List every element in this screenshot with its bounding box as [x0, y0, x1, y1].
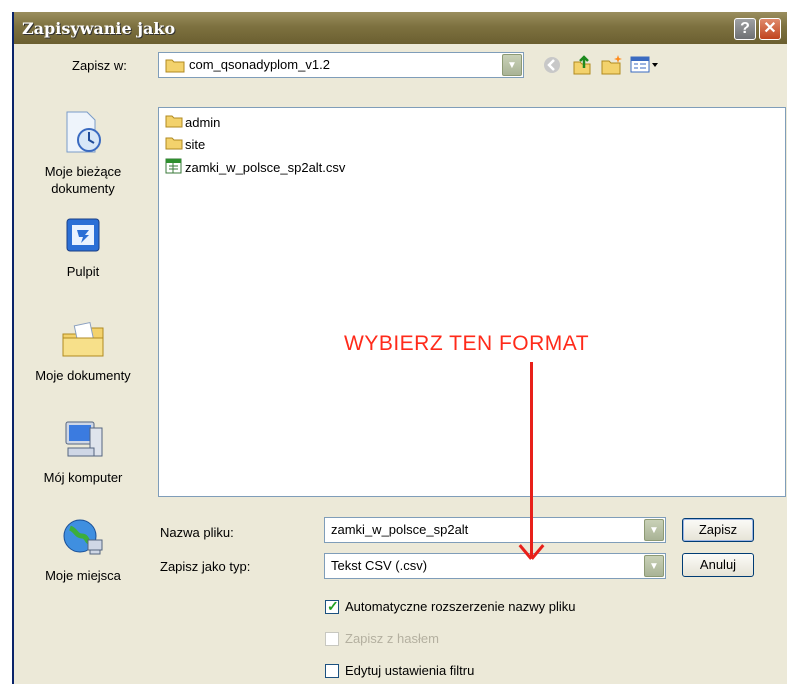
help-button[interactable]: ?	[734, 18, 756, 40]
csv-file-icon	[165, 158, 183, 177]
save-in-value: com_qsonadyplom_v1.2	[189, 57, 330, 72]
my-computer-icon	[16, 418, 150, 465]
cancel-button[interactable]: Anuluj	[682, 553, 754, 577]
folder-icon	[165, 136, 183, 153]
annotation-arrow	[530, 362, 533, 558]
auto-extension-label: Automatyczne rozszerzenie nazwy pliku	[345, 599, 576, 614]
save-button[interactable]: Zapisz	[682, 518, 754, 542]
place-label: Moje dokumenty	[35, 368, 131, 383]
views-menu-icon[interactable]	[630, 55, 660, 78]
filetype-select[interactable]: Tekst CSV (.csv) ▼	[324, 553, 666, 579]
folder-icon	[165, 114, 183, 131]
place-desktop[interactable]: Pulpit	[16, 216, 150, 280]
filename-value: zamki_w_polsce_sp2alt	[331, 522, 469, 537]
chevron-down-icon[interactable]: ▼	[644, 519, 664, 541]
filter-settings-label: Edytuj ustawienia filtru	[345, 663, 475, 678]
auto-extension-checkbox[interactable]: ✓	[325, 598, 339, 614]
up-folder-icon[interactable]	[571, 54, 593, 79]
save-in-combo[interactable]: com_qsonadyplom_v1.2 ▼	[158, 52, 524, 78]
place-label: Moje miejsca	[45, 568, 121, 583]
chevron-down-icon[interactable]: ▼	[644, 555, 664, 577]
place-label: Moje bieżące	[44, 164, 122, 179]
network-places-icon	[16, 516, 150, 563]
place-label: Mój komputer	[43, 470, 123, 485]
filetype-label: Zapisz jako typ:	[160, 559, 251, 574]
filename-input[interactable]: zamki_w_polsce_sp2alt ▼	[324, 517, 666, 543]
save-in-label: Zapisz w:	[72, 58, 127, 73]
annotation-text: WYBIERZ TEN FORMAT	[344, 332, 590, 355]
filename-label: Nazwa pliku:	[160, 525, 234, 540]
password-checkbox	[325, 632, 339, 646]
place-my-computer[interactable]: Mój komputer	[16, 418, 150, 486]
chevron-down-icon[interactable]: ▼	[502, 54, 522, 76]
place-label-2: dokumenty	[51, 181, 115, 196]
new-folder-icon[interactable]	[600, 54, 624, 79]
desktop-icon	[16, 216, 150, 259]
list-item[interactable]: zamki_w_polsce_sp2alt.csv	[165, 158, 345, 178]
place-network-places[interactable]: Moje miejsca	[16, 516, 150, 584]
checkmark-icon: ✓	[327, 598, 339, 614]
folder-icon	[165, 57, 185, 76]
place-recent-documents[interactable]: Moje bieżące dokumenty	[16, 110, 150, 197]
dialog-title: Zapisywanie jako	[22, 19, 176, 38]
file-list[interactable]: admin site zamki_w_polsce_sp2alt.csv	[158, 107, 786, 497]
save-as-dialog: Zapisywanie jako ? ✕ Zapisz w: com_qsona…	[12, 12, 787, 684]
close-button[interactable]: ✕	[759, 18, 781, 40]
places-bar: Moje bieżące dokumenty Pulpit Moje dokum…	[16, 92, 150, 592]
recent-documents-icon	[16, 110, 150, 159]
password-label: Zapisz z hasłem	[345, 631, 439, 646]
place-label: Pulpit	[66, 264, 100, 279]
filter-settings-checkbox[interactable]	[325, 664, 339, 678]
filetype-value: Tekst CSV (.csv)	[331, 558, 428, 573]
list-item[interactable]: admin	[165, 114, 220, 134]
title-bar[interactable]: Zapisywanie jako ? ✕	[14, 12, 787, 44]
place-my-documents[interactable]: Moje dokumenty	[16, 320, 150, 384]
file-name: zamki_w_polsce_sp2alt.csv	[185, 160, 346, 175]
my-documents-icon	[16, 320, 150, 363]
file-name: admin	[185, 115, 221, 131]
file-name: site	[185, 137, 206, 153]
back-icon[interactable]	[542, 55, 562, 78]
list-item[interactable]: site	[165, 136, 205, 156]
